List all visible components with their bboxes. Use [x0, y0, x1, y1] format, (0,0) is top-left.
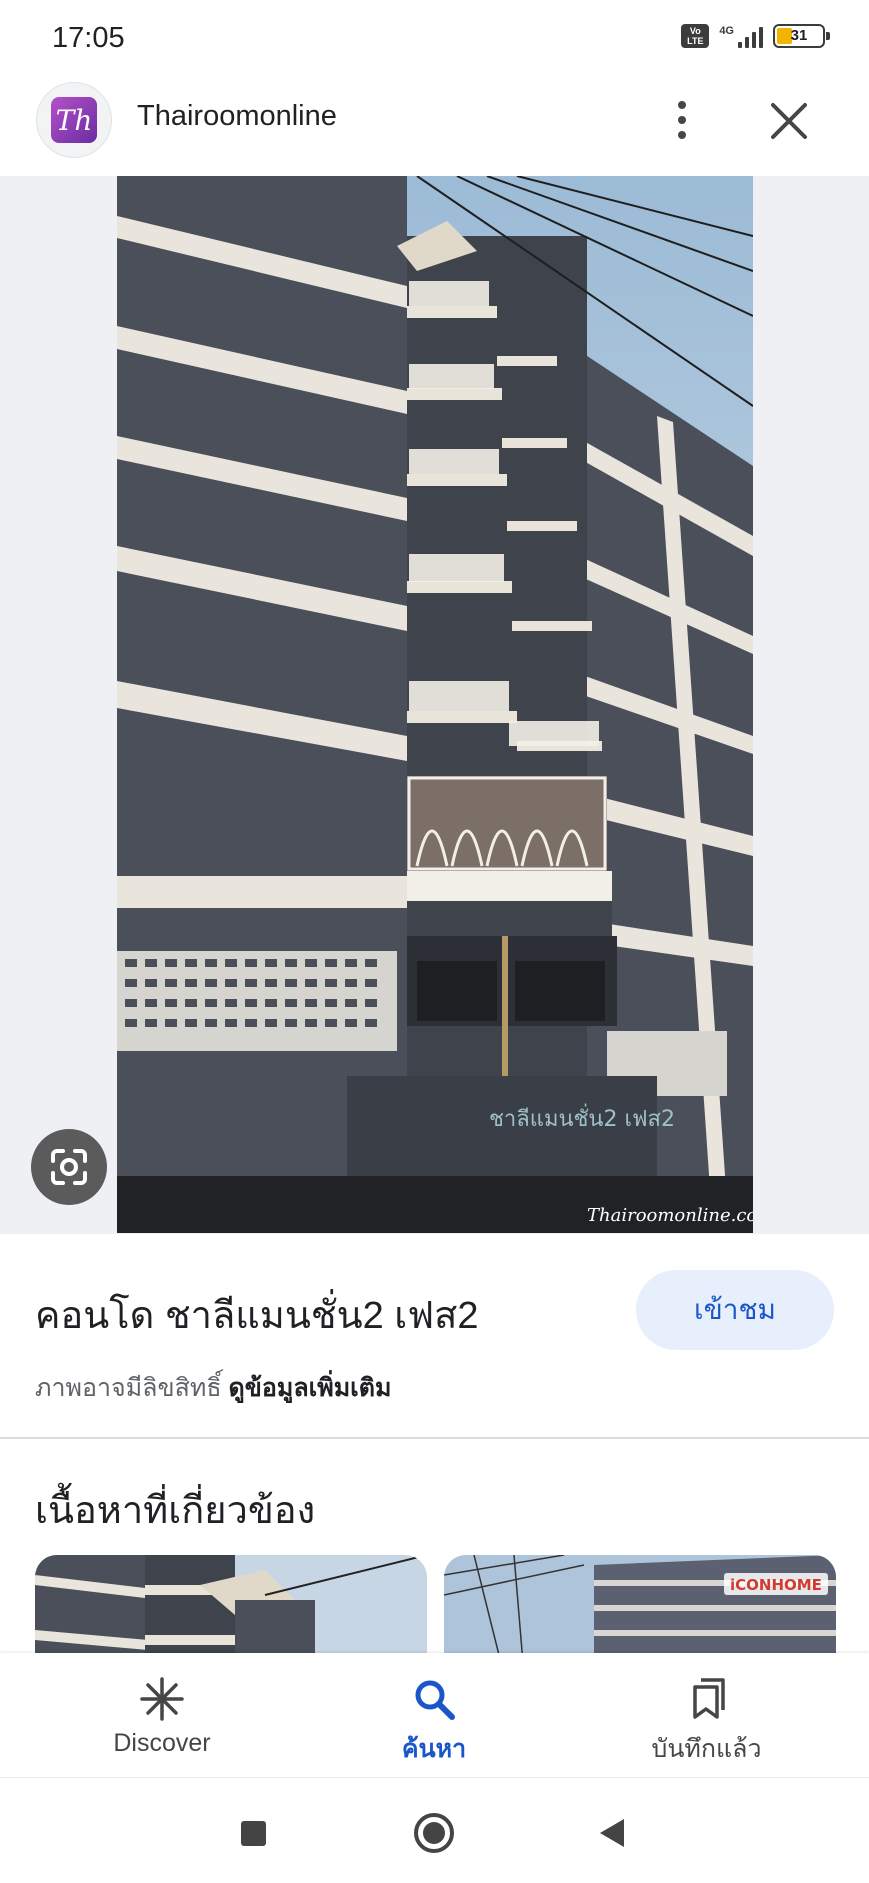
- volte-icon: Vo LTE: [681, 24, 710, 48]
- home-button[interactable]: [414, 1813, 454, 1853]
- close-icon: [771, 103, 807, 139]
- recents-button[interactable]: [241, 1821, 266, 1846]
- copyright-notice: ภาพอาจมีลิขสิทธิ์ ดูข้อมูลเพิ่มเติม: [35, 1368, 391, 1408]
- image-info: คอนโด ชาลีแมนชั่น2 เฟส2 เข้าชม ภาพอาจมีล…: [0, 1234, 869, 1438]
- circle-icon: [423, 1822, 445, 1844]
- nav-saved[interactable]: บันทึกแล้ว: [544, 1653, 869, 1777]
- related-content: เนื้อหาที่เกี่ยวข้อง iCONHOME: [0, 1439, 869, 1675]
- network-type: 4G: [719, 24, 734, 37]
- google-lens-icon: [51, 1149, 87, 1185]
- lens-button[interactable]: [31, 1129, 107, 1205]
- building-photo: ชาลีแมนชั่น2 เฟส2 Thairoomonline.com: [117, 176, 753, 1233]
- search-icon: [415, 1680, 455, 1720]
- triangle-back-icon: [600, 1819, 624, 1847]
- more-vert-icon-dot: [678, 131, 686, 139]
- back-button[interactable]: [598, 1817, 626, 1849]
- site-logo[interactable]: Th: [36, 82, 112, 158]
- building-sign: ชาลีแมนชั่น2 เฟส2: [489, 1103, 675, 1132]
- nav-label: Discover: [113, 1729, 211, 1757]
- battery-tip: [826, 32, 830, 40]
- related-heading: เนื้อหาที่เกี่ยวข้อง: [35, 1490, 316, 1532]
- image-title: คอนโด ชาลีแมนชั่น2 เฟส2: [35, 1295, 479, 1337]
- asterisk-icon: [140, 1677, 184, 1721]
- status-bar: 17:05 Vo LTE 4G 31: [0, 0, 869, 72]
- signal-icon: [738, 24, 763, 48]
- status-icons: Vo LTE 4G 31: [681, 24, 830, 48]
- main-image[interactable]: ชาลีแมนชั่น2 เฟส2 Thairoomonline.com: [117, 176, 753, 1233]
- copyright-text: ภาพอาจมีลิขสิทธิ์: [35, 1374, 229, 1402]
- watermark: Thairoomonline.com: [587, 1205, 753, 1226]
- bottom-nav: Discover ค้นหา บันทึกแล้ว: [0, 1653, 869, 1777]
- battery-level: 31: [790, 27, 808, 44]
- more-vert-icon-dot: [678, 116, 686, 124]
- nav-label: บันทึกแล้ว: [651, 1735, 762, 1763]
- app-header: Th Thairoomonline: [0, 72, 869, 176]
- more-options-button[interactable]: [662, 94, 702, 146]
- bookmarks-icon: [692, 1678, 725, 1719]
- image-viewer[interactable]: ชาลีแมนชั่น2 เฟส2 Thairoomonline.com: [0, 176, 869, 1234]
- close-button[interactable]: [764, 96, 814, 146]
- more-vert-icon-dot: [678, 101, 686, 109]
- site-logo-mark: Th: [51, 97, 97, 143]
- visit-button[interactable]: เข้าชม: [636, 1270, 834, 1350]
- site-name[interactable]: Thairoomonline: [137, 100, 337, 133]
- system-nav-bar: [0, 1777, 869, 1883]
- status-time: 17:05: [52, 22, 125, 54]
- nav-label: ค้นหา: [401, 1735, 467, 1763]
- more-info-link[interactable]: ดูข้อมูลเพิ่มเติม: [229, 1374, 392, 1402]
- nav-search[interactable]: ค้นหา: [324, 1653, 544, 1777]
- iconhome-badge: iCONHOME: [730, 1576, 822, 1594]
- battery-icon: 31: [773, 24, 830, 48]
- nav-discover[interactable]: Discover: [0, 1653, 324, 1777]
